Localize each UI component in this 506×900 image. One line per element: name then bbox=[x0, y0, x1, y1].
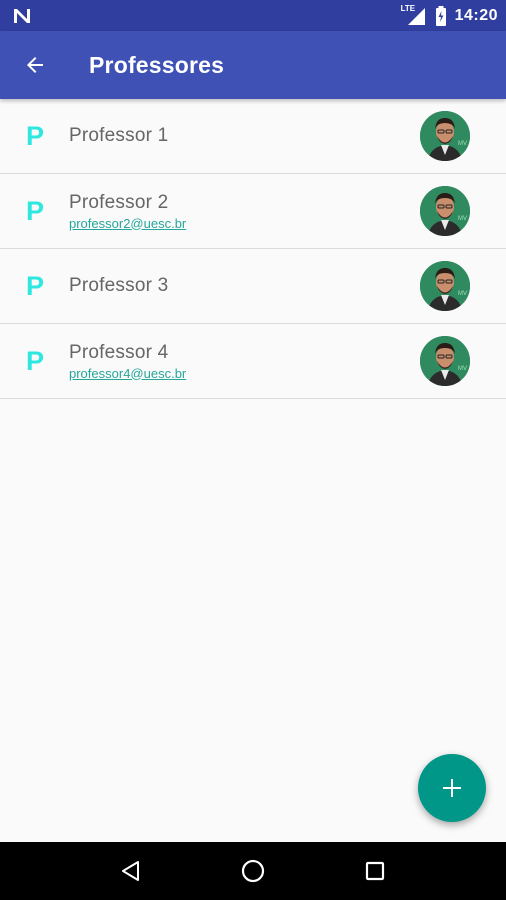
list-item-letter: P bbox=[26, 120, 45, 151]
list-item-name: Professor 3 bbox=[69, 275, 169, 296]
nav-recents-button[interactable] bbox=[351, 847, 399, 895]
page-title: Professores bbox=[89, 51, 225, 78]
back-triangle-icon bbox=[119, 859, 143, 883]
list-item[interactable]: P Professor 3 MV bbox=[0, 249, 506, 324]
avatar: MV bbox=[420, 186, 470, 236]
nav-home-button[interactable] bbox=[229, 847, 277, 895]
avatar: MV bbox=[420, 261, 470, 311]
svg-text:MV: MV bbox=[458, 366, 467, 372]
app-bar: Professores bbox=[0, 31, 506, 99]
status-bar: LTE 14:20 bbox=[0, 0, 506, 31]
list-item-letter: P bbox=[26, 270, 45, 301]
svg-text:MV: MV bbox=[458, 216, 467, 222]
battery-icon bbox=[435, 5, 447, 26]
system-nav-bar bbox=[0, 842, 506, 900]
professor-list: P Professor 1 MV P Professor 2 professor… bbox=[0, 99, 506, 399]
list-item[interactable]: P Professor 2 professor2@uesc.br MV bbox=[0, 174, 506, 249]
list-item[interactable]: P Professor 4 professor4@uesc.br MV bbox=[0, 324, 506, 399]
avatar: MV bbox=[420, 111, 470, 161]
avatar: MV bbox=[420, 336, 470, 386]
signal-icon: LTE bbox=[400, 3, 427, 26]
status-time: 14:20 bbox=[454, 6, 498, 24]
list-item-email-link[interactable]: professor4@uesc.br bbox=[69, 366, 186, 381]
svg-text:MV: MV bbox=[458, 141, 467, 147]
list-item-name: Professor 4 bbox=[69, 341, 169, 363]
home-circle-icon bbox=[240, 858, 266, 884]
network-label: LTE bbox=[400, 3, 416, 13]
list-item-email-link[interactable]: professor2@uesc.br bbox=[69, 216, 186, 231]
list-item[interactable]: P Professor 1 MV bbox=[0, 99, 506, 174]
plus-icon bbox=[440, 776, 464, 800]
svg-text:MV: MV bbox=[458, 291, 467, 297]
list-item-letter: P bbox=[26, 195, 45, 226]
add-professor-button[interactable] bbox=[418, 754, 486, 822]
recents-square-icon bbox=[363, 859, 387, 883]
nav-back-button[interactable] bbox=[107, 847, 155, 895]
arrow-back-icon bbox=[23, 53, 47, 77]
list-item-name: Professor 2 bbox=[69, 191, 169, 213]
n-notification-icon bbox=[12, 7, 32, 25]
back-button[interactable] bbox=[11, 41, 59, 89]
list-item-name: Professor 1 bbox=[69, 125, 169, 146]
list-item-letter: P bbox=[26, 345, 45, 376]
